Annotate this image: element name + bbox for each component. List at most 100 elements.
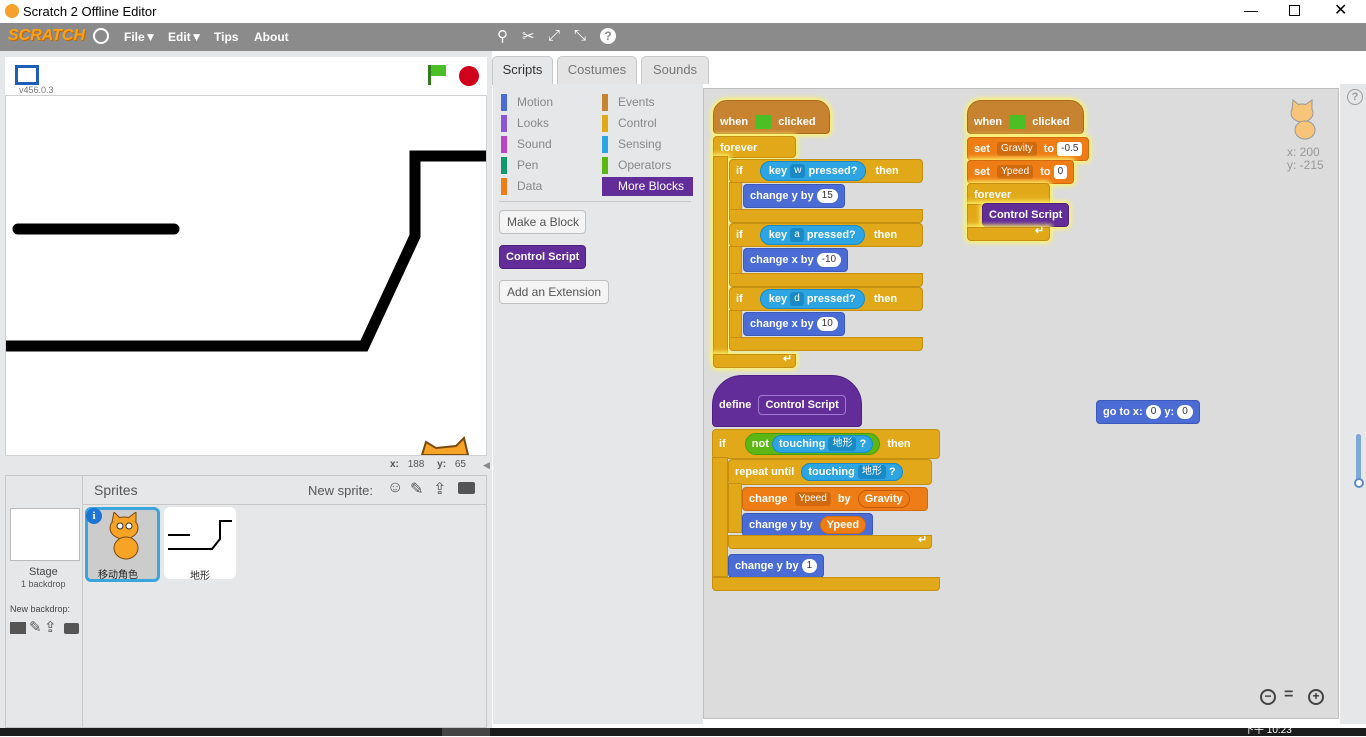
key-pressed-sensor[interactable]: key d pressed?: [759, 289, 865, 309]
forever-block[interactable]: forever: [713, 136, 796, 158]
menu-edit[interactable]: Edit▼: [168, 30, 203, 44]
repeat-until-block[interactable]: repeat until touching 地形 ?: [728, 459, 932, 485]
category-control[interactable]: Control: [602, 115, 657, 132]
not-operator[interactable]: not touching 地形 ?: [744, 433, 881, 455]
touching-sensor[interactable]: touching 地形 ?: [771, 435, 874, 453]
value-input[interactable]: 10: [816, 317, 838, 332]
x-input[interactable]: 0: [1145, 405, 1162, 420]
set-ypeed-block[interactable]: set Ypeed to 0: [967, 160, 1075, 184]
define-hat[interactable]: define Control Script: [712, 375, 862, 427]
key-dropdown[interactable]: w: [790, 164, 806, 179]
change-y-by-1-block[interactable]: change y by 1: [728, 554, 825, 578]
grow-tool-icon[interactable]: ⤢: [548, 27, 560, 44]
category-motion[interactable]: Motion: [501, 94, 553, 111]
when-flag-clicked-hat[interactable]: when clicked: [713, 100, 830, 134]
value-input[interactable]: -0.5: [1057, 142, 1083, 157]
upload-backdrop-icon[interactable]: ⇪: [44, 618, 57, 636]
if-block-a[interactable]: if key a pressed? then: [729, 223, 923, 247]
key-dropdown[interactable]: a: [790, 228, 804, 243]
ypeed-reporter[interactable]: Ypeed: [819, 516, 867, 534]
value-input[interactable]: 15: [816, 189, 838, 204]
define-name-block[interactable]: Control Script: [758, 395, 846, 415]
menu-about[interactable]: About: [254, 30, 289, 44]
value-input[interactable]: 0: [1053, 165, 1068, 180]
category-more-blocks[interactable]: More Blocks: [602, 177, 693, 196]
y-input[interactable]: 0: [1177, 405, 1193, 420]
stage-thumbnail[interactable]: [10, 508, 80, 561]
key-pressed-sensor[interactable]: key w pressed?: [759, 161, 867, 181]
zoom-reset-icon[interactable]: =: [1284, 686, 1293, 704]
upload-sprite-icon[interactable]: ⇪: [433, 479, 446, 499]
change-y-block[interactable]: change y by 15: [743, 184, 845, 208]
minimize-button[interactable]: —: [1244, 2, 1258, 18]
add-extension-button[interactable]: Add an Extension: [499, 280, 609, 304]
duplicate-tool-icon[interactable]: ⚲: [497, 27, 508, 45]
set-gravity-block[interactable]: set Gravity to -0.5: [967, 137, 1090, 161]
touching-sensor[interactable]: touching 地形 ?: [801, 463, 903, 481]
if-block-w[interactable]: if key w pressed? then: [729, 159, 923, 183]
sprite-tile[interactable]: 地形: [164, 507, 236, 582]
variable-dropdown[interactable]: Ypeed: [794, 492, 831, 507]
delete-tool-icon[interactable]: ✂: [522, 27, 535, 45]
category-events[interactable]: Events: [602, 94, 655, 111]
tab-scripts[interactable]: Scripts: [492, 56, 553, 85]
if-not-touching-block[interactable]: if not touching 地形 ? then: [712, 429, 940, 459]
sprite-tile-selected[interactable]: i 移动角色: [85, 507, 160, 582]
category-data[interactable]: Data: [501, 178, 542, 195]
maximize-button[interactable]: [1289, 5, 1300, 16]
category-sound[interactable]: Sound: [501, 136, 552, 153]
choose-sprite-icon[interactable]: ☺: [387, 479, 403, 497]
change-ypeed-block[interactable]: change Ypeed by Gravity: [742, 487, 928, 511]
go-to-xy-block[interactable]: go to x: 0 y: 0: [1096, 400, 1200, 424]
value-input[interactable]: 1: [801, 559, 818, 574]
call-control-script-block[interactable]: Control Script: [982, 203, 1070, 227]
tab-sounds[interactable]: Sounds: [641, 56, 709, 84]
globe-icon[interactable]: [93, 28, 109, 44]
value-input[interactable]: -10: [816, 253, 842, 268]
change-y-by-ypeed-block[interactable]: change y by Ypeed: [742, 513, 874, 537]
when-flag-clicked-hat[interactable]: when clicked: [967, 100, 1084, 134]
taskbar-active-app[interactable]: [442, 728, 490, 736]
change-label: change: [749, 493, 788, 505]
zoom-out-icon[interactable]: −: [1260, 689, 1276, 705]
category-looks[interactable]: Looks: [501, 115, 549, 132]
key-pressed-sensor[interactable]: key a pressed?: [759, 225, 865, 245]
menu-tips[interactable]: Tips: [214, 30, 238, 44]
fullscreen-icon[interactable]: [15, 65, 39, 85]
help-icon[interactable]: ?: [1347, 89, 1363, 105]
touching-dropdown[interactable]: 地形: [828, 437, 857, 452]
variable-dropdown[interactable]: Ypeed: [996, 165, 1034, 180]
green-flag-cloth: [431, 65, 446, 76]
make-block-button[interactable]: Make a Block: [499, 210, 586, 234]
stage-collapse-icon[interactable]: ◀: [483, 460, 490, 471]
close-button[interactable]: ✕: [1334, 0, 1347, 20]
vertical-scrollbar[interactable]: [1356, 434, 1361, 484]
category-sensing[interactable]: Sensing: [602, 136, 661, 153]
stage[interactable]: [5, 95, 487, 456]
gravity-reporter[interactable]: Gravity: [857, 490, 910, 508]
key-dropdown[interactable]: d: [790, 292, 804, 307]
script-area[interactable]: x: 200 y: -215 when clicked forever ↵ if…: [703, 88, 1339, 719]
variable-dropdown[interactable]: Gravity: [996, 142, 1037, 157]
zoom-in-icon[interactable]: +: [1308, 689, 1324, 705]
info-icon[interactable]: i: [86, 508, 102, 524]
scrollbar-thumb[interactable]: [1354, 478, 1364, 488]
paint-backdrop-icon[interactable]: ✎: [29, 618, 42, 636]
camera-sprite-icon[interactable]: [458, 482, 475, 494]
change-x-block[interactable]: change x by 10: [743, 312, 845, 336]
scratch-logo[interactable]: SCRATCH: [8, 27, 85, 45]
stop-icon[interactable]: [459, 66, 479, 86]
choose-backdrop-icon[interactable]: [10, 622, 26, 634]
category-operators[interactable]: Operators: [602, 157, 671, 174]
shrink-tool-icon[interactable]: ⤡: [574, 27, 586, 44]
camera-backdrop-icon[interactable]: [64, 623, 79, 634]
help-tool-icon[interactable]: ?: [600, 28, 616, 44]
paint-sprite-icon[interactable]: ✎: [410, 479, 423, 499]
category-pen[interactable]: Pen: [501, 157, 538, 174]
menu-file[interactable]: File▼: [124, 30, 157, 44]
tab-costumes[interactable]: Costumes: [557, 56, 637, 84]
if-block-d[interactable]: if key d pressed? then: [729, 287, 923, 311]
change-x-block[interactable]: change x by -10: [743, 248, 849, 272]
touching-dropdown[interactable]: 地形: [857, 465, 886, 480]
palette-control-script-block[interactable]: Control Script: [499, 245, 587, 269]
